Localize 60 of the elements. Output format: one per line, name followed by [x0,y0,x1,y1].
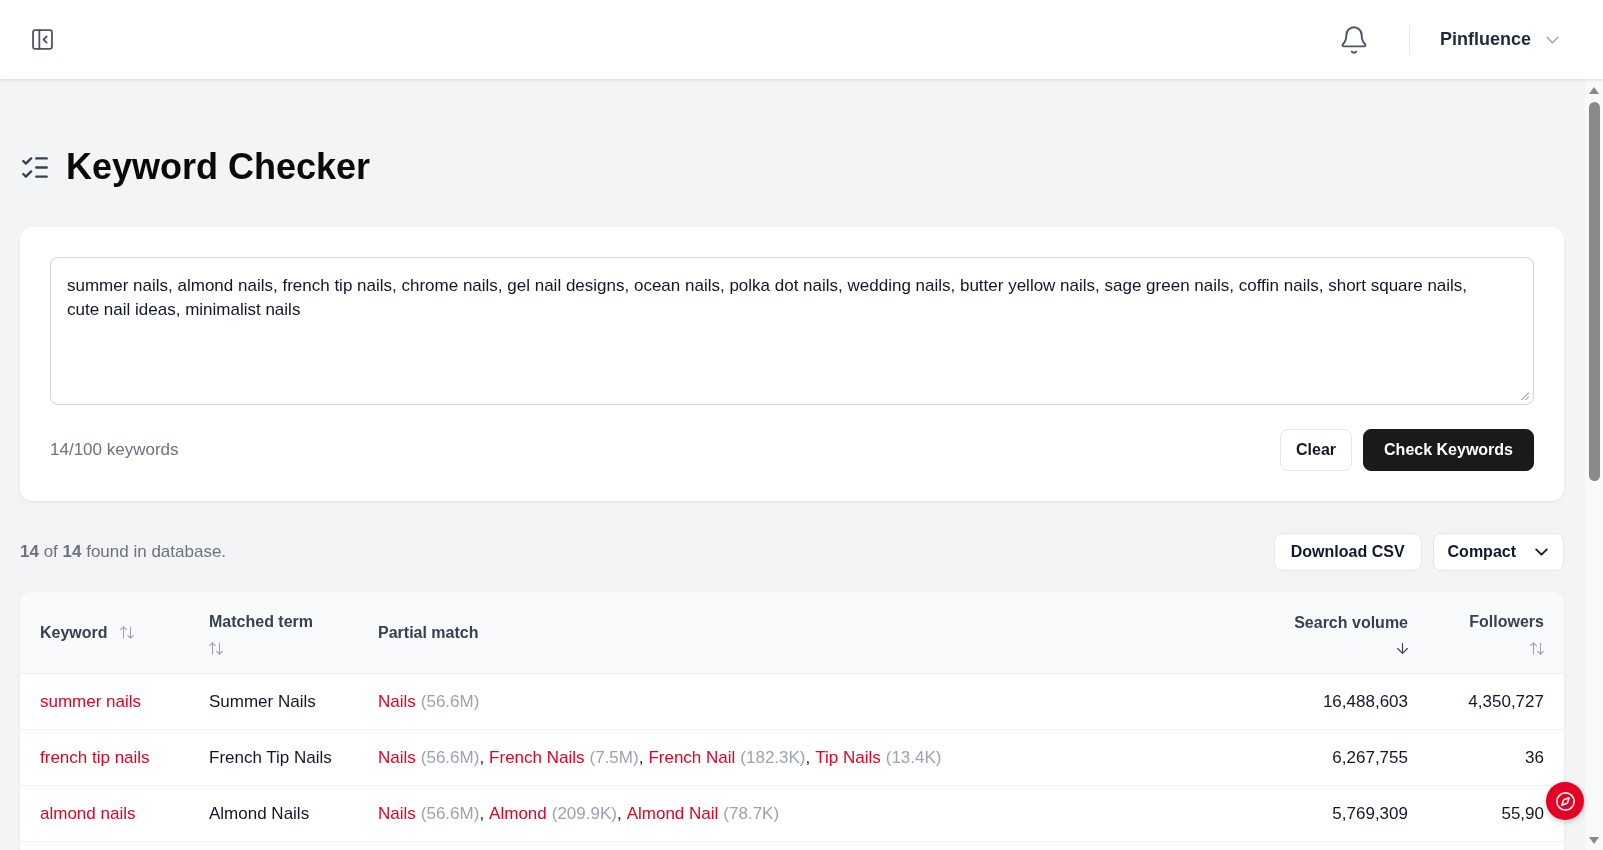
bell-icon [1340,25,1367,54]
match-volume: (209.9K), [551,802,622,825]
search-volume-cell-text: 5,769,309 [1332,802,1408,825]
clear-button[interactable]: Clear [1280,429,1353,471]
match-volume: (56.6M), [420,802,485,825]
sortable-column-header[interactable]: Keyword [40,620,134,645]
partial-match-link[interactable]: Nails [378,744,416,771]
partial-match-link[interactable]: French Nail [648,744,736,771]
match-volume: (56.6M) [420,690,480,713]
keyword-count: 14/100 keywords [50,439,179,462]
notifications-button[interactable] [1340,25,1367,54]
sort-descending-icon [1397,643,1408,654]
column-header: Partial match [378,622,479,643]
match-volume: (56.6M), [420,746,485,769]
match-volume: (182.3K), [740,746,811,769]
keyword-link[interactable]: summer nails [40,688,142,715]
partial-match-link[interactable]: French Nails [489,744,585,771]
match-volume: (78.7K) [723,802,780,825]
compass-icon [1555,791,1575,811]
search-volume-cell-text: 6,267,755 [1332,746,1408,769]
checklist-icon [22,156,48,178]
search-volume-cell-text: 16,488,603 [1322,690,1408,713]
match-volume: (13.4K) [885,746,942,769]
followers-cell-text: 4,350,727 [1468,690,1544,713]
partial-match-link[interactable]: Nails [378,800,416,827]
account-menu-button[interactable]: Pinfluence [1439,26,1559,53]
resize-handle-icon[interactable] [1521,392,1529,400]
partial-match-link[interactable]: Almond Nail [626,800,719,827]
sortable-column-header[interactable]: Followers [1448,610,1544,655]
matched-term-cell-text: Almond Nails [209,802,310,825]
sidebar-toggle-button[interactable] [32,29,53,50]
match-volume: (7.5M), [589,746,644,769]
view-mode-dropdown[interactable]: Compact [1432,533,1564,571]
sortable-column-header[interactable]: Matched term [209,610,334,655]
sortable-column-header[interactable]: Search volume [1291,611,1408,654]
keywords-textarea[interactable]: summer nails, almond nails, french tip nails, chrome nails, gel nail designs, ocean nails, polka dot nails, wedding nails, butter yellow nails, sage green nails, coffin nails, short square nails, cute nail ideas, minimalist nails [50,257,1534,405]
results-summary: 14 of 14 found in database. [20,541,227,564]
partial-match-link[interactable]: Nails [378,688,416,715]
sort-icon [1530,642,1544,655]
sort-icon [119,626,134,639]
keyword-link[interactable]: almond nails [40,800,136,827]
scrollbar-track[interactable] [1585,79,1603,850]
followers-cell-text: 36 [1525,746,1544,769]
chevron-down-icon [1535,548,1548,556]
page-title: Keyword Checker [66,147,371,187]
scrollbar-thumb[interactable] [1588,102,1600,481]
chevron-down-icon [1546,35,1559,44]
partial-match-link[interactable]: Tip Nails [815,744,881,771]
sort-icon [209,642,223,655]
followers-cell-text: 55,90 [1501,802,1544,825]
keyword-link[interactable]: french tip nails [40,744,150,771]
matched-term-cell-text: French Tip Nails [209,746,332,769]
matched-term-cell-text: Summer Nails [209,690,316,713]
sidebar-panel-icon [32,29,53,50]
scroll-down-arrow-icon[interactable] [1589,837,1599,844]
compass-button[interactable] [1546,782,1584,820]
download-csv-button[interactable]: Download CSV [1273,533,1422,571]
partial-match-link[interactable]: Almond [489,800,547,827]
check-keywords-button[interactable]: Check Keywords [1363,429,1534,471]
scroll-up-arrow-icon[interactable] [1589,87,1599,94]
